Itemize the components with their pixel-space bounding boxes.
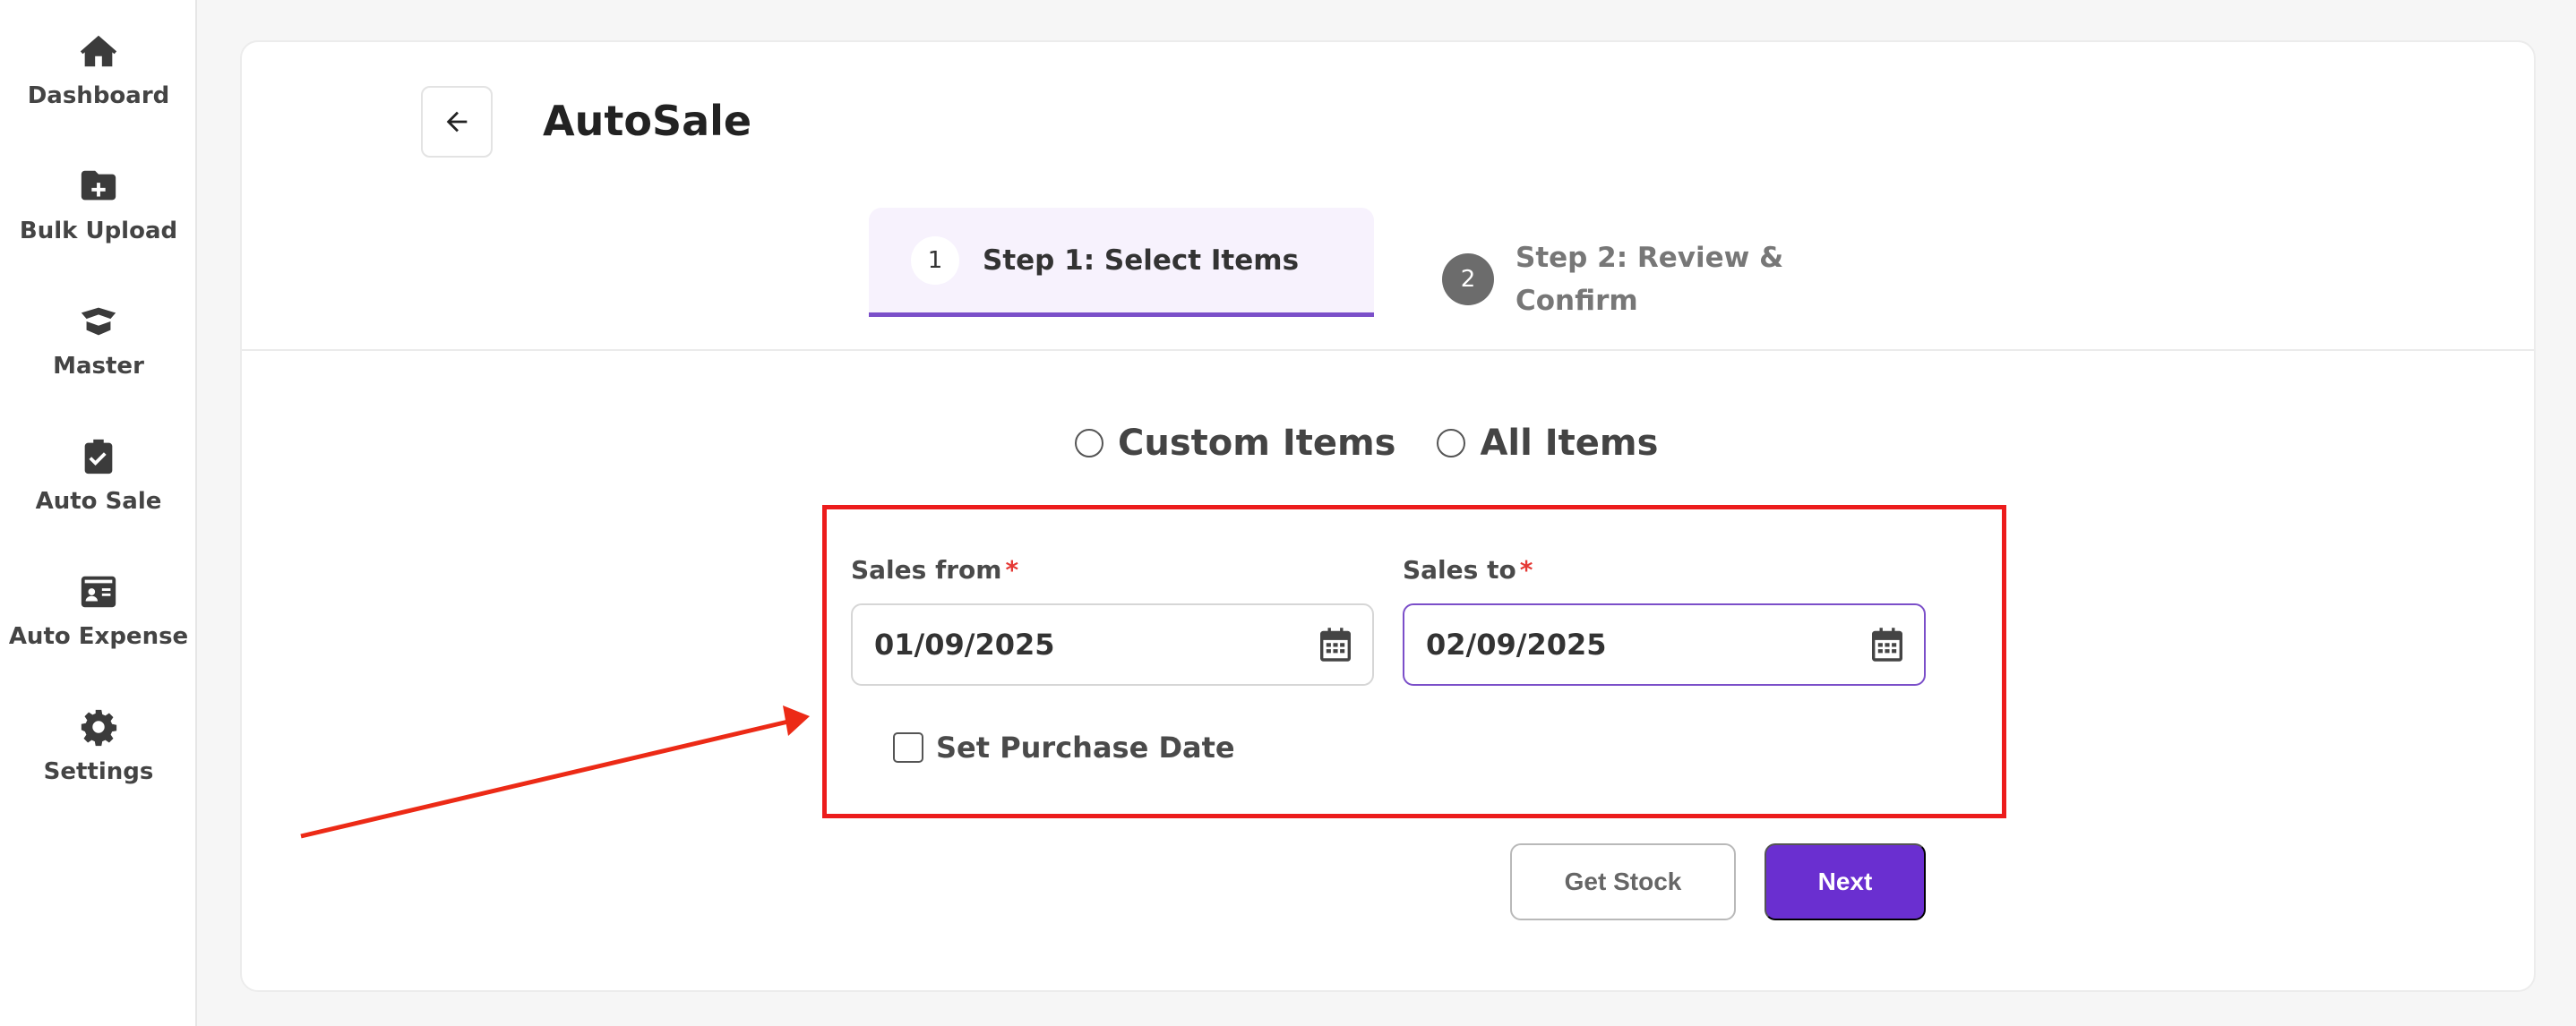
- radio-label: All Items: [1480, 423, 1659, 464]
- sidebar-item-label: Bulk Upload: [19, 218, 178, 244]
- box-icon: [81, 307, 116, 336]
- checkbox-label: Set Purchase Date: [936, 731, 1235, 765]
- sales-to-label: Sales to *: [1403, 555, 1533, 585]
- custom-items-radio[interactable]: Custom Items: [1075, 423, 1395, 464]
- tab-step-1[interactable]: 1 Step 1: Select Items: [869, 208, 1374, 317]
- calendar-icon[interactable]: [1872, 628, 1902, 662]
- step-label: Step 2: Review & Confirm: [1516, 242, 1784, 317]
- sidebar-item-label: Auto Expense: [8, 623, 189, 650]
- next-button[interactable]: Next: [1765, 843, 1926, 920]
- set-purchase-date-checkbox[interactable]: [893, 732, 923, 763]
- sidebar-item-label: Dashboard: [27, 82, 170, 109]
- date-value: 01/09/2025: [874, 628, 1055, 662]
- sidebar-item-settings[interactable]: Settings: [0, 706, 197, 814]
- sales-to-date-input[interactable]: 02/09/2025: [1403, 603, 1926, 686]
- sidebar-item-label: Settings: [43, 758, 154, 785]
- radio-button[interactable]: [1437, 429, 1466, 457]
- step-number: 1: [911, 235, 959, 285]
- label-text: Sales to: [1403, 555, 1516, 585]
- sidebar: Dashboard Bulk Upload Master Auto Sale A…: [0, 0, 197, 1026]
- folder-plus-icon: [81, 170, 116, 201]
- gear-icon: [81, 709, 117, 747]
- clipboard-check-icon: [84, 439, 113, 475]
- page-title: AutoSale: [543, 97, 752, 145]
- sidebar-item-auto-sale[interactable]: Auto Sale: [0, 436, 197, 543]
- back-button[interactable]: [421, 86, 493, 158]
- calendar-icon[interactable]: [1320, 628, 1351, 662]
- tab-step-2[interactable]: 2 Step 2: Review & Confirm: [1442, 235, 1818, 324]
- sales-from-date-input[interactable]: 01/09/2025: [851, 603, 1374, 686]
- get-stock-button[interactable]: Get Stock: [1510, 843, 1736, 920]
- divider: [242, 349, 2534, 351]
- id-card-icon: [81, 576, 116, 608]
- label-text: Sales from: [851, 555, 1002, 585]
- set-purchase-date-checkbox-row[interactable]: Set Purchase Date: [893, 731, 1235, 765]
- sidebar-item-bulk-upload[interactable]: Bulk Upload: [0, 166, 197, 273]
- sidebar-item-master[interactable]: Master: [0, 301, 197, 408]
- step-label: Step 1: Select Items: [983, 244, 1300, 277]
- all-items-radio[interactable]: All Items: [1437, 423, 1658, 464]
- radio-label: Custom Items: [1118, 423, 1396, 464]
- item-mode-radio-group: Custom Items All Items: [1075, 423, 1699, 464]
- sidebar-item-dashboard[interactable]: Dashboard: [0, 30, 197, 138]
- home-icon: [80, 35, 117, 67]
- sidebar-item-label: Master: [53, 353, 144, 380]
- date-value: 02/09/2025: [1426, 628, 1607, 662]
- radio-button[interactable]: [1075, 429, 1103, 457]
- required-mark: *: [1519, 555, 1533, 585]
- arrow-left-icon: [446, 111, 468, 133]
- step-number: 2: [1442, 253, 1494, 305]
- required-mark: *: [1005, 555, 1019, 585]
- sidebar-item-label: Auto Sale: [35, 488, 162, 515]
- sales-from-label: Sales from *: [851, 555, 1018, 585]
- sidebar-item-auto-expense[interactable]: Auto Expense: [0, 571, 197, 679]
